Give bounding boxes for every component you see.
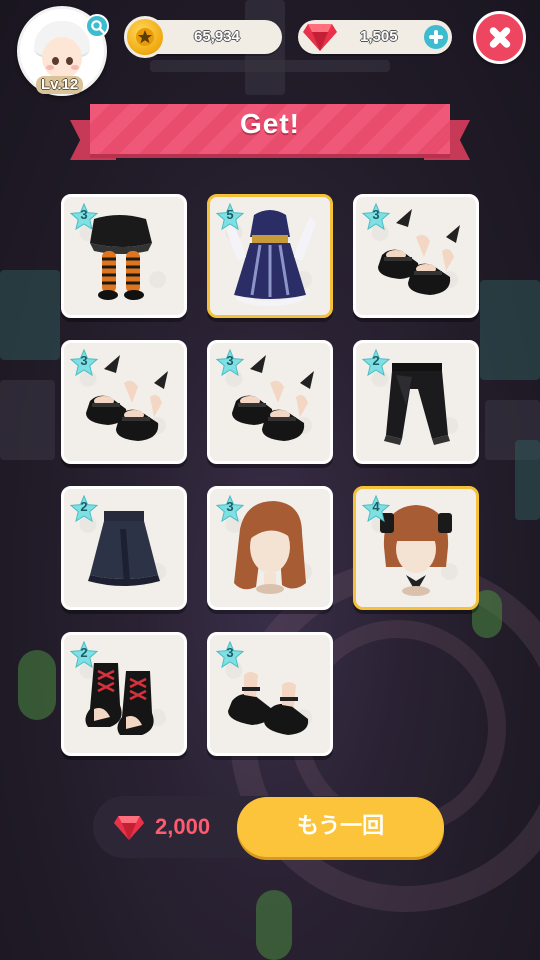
rarity-value: 3 — [80, 353, 88, 368]
avatar-eye-right — [66, 57, 73, 65]
reward-card[interactable]: 5 — [207, 194, 333, 318]
rarity-star-icon: 3 — [216, 349, 244, 377]
close-button[interactable] — [473, 11, 526, 64]
coin-counter: 65,934 — [124, 16, 282, 58]
rarity-value: 3 — [226, 645, 234, 660]
reward-card[interactable]: 3 — [353, 194, 479, 318]
rarity-value: 2 — [372, 353, 380, 368]
profile-search-icon[interactable] — [85, 14, 109, 38]
rarity-value: 3 — [226, 499, 234, 514]
rarity-star-icon: 2 — [70, 641, 98, 669]
gem-counter: 1,505 — [298, 20, 452, 54]
rarity-star-icon: 3 — [70, 203, 98, 231]
draw-cost-amount: 2,000 — [155, 814, 211, 839]
plant-left — [18, 650, 56, 720]
rarity-value: 3 — [226, 353, 234, 368]
rarity-star-icon: 3 — [362, 203, 390, 231]
rarity-star-icon: 3 — [216, 495, 244, 523]
player-level: Lv.12 — [36, 76, 84, 94]
reward-card[interactable]: 2 — [61, 632, 187, 756]
rarity-value: 3 — [80, 207, 88, 222]
avatar-cheek-left — [46, 65, 54, 70]
bush-right — [515, 440, 540, 520]
rarity-star-icon: 3 — [216, 641, 244, 669]
rarity-value: 3 — [372, 207, 380, 222]
rarity-star-icon: 4 — [362, 495, 390, 523]
reward-card[interactable]: 4 — [353, 486, 479, 610]
building-left-2 — [0, 380, 55, 460]
stage-truss — [150, 60, 390, 72]
result-banner: Get! — [70, 102, 470, 166]
reward-card[interactable]: 3 — [207, 632, 333, 756]
gem-icon — [303, 24, 337, 51]
reward-card[interactable]: 3 — [61, 194, 187, 318]
rarity-star-icon: 5 — [216, 203, 244, 231]
rarity-star-icon: 2 — [362, 349, 390, 377]
avatar-face — [42, 37, 82, 79]
rarity-value: 5 — [226, 207, 234, 222]
plant-bottom — [256, 890, 292, 960]
cost-gem-icon — [113, 815, 145, 840]
reward-card[interactable]: 3 — [207, 486, 333, 610]
building-right — [480, 280, 540, 380]
avatar-eye-left — [52, 57, 59, 65]
reward-card[interactable]: 3 — [207, 340, 333, 464]
avatar-cheek-right — [71, 65, 79, 70]
reward-card[interactable]: 3 — [61, 340, 187, 464]
rarity-value: 4 — [372, 499, 380, 514]
reward-card[interactable]: 2 — [61, 486, 187, 610]
coin-icon — [124, 16, 166, 58]
building-left — [0, 270, 60, 360]
reward-card[interactable]: 2 — [353, 340, 479, 464]
rarity-star-icon: 2 — [70, 495, 98, 523]
draw-again-button[interactable]: もう一回 — [237, 797, 444, 857]
banner-title: Get! — [240, 108, 300, 139]
gem-amount: 1,505 — [360, 28, 398, 45]
rarity-star-icon: 3 — [70, 349, 98, 377]
rarity-value: 2 — [80, 645, 88, 660]
rarity-value: 2 — [80, 499, 88, 514]
coin-amount: 65,934 — [194, 28, 240, 45]
add-gems-button[interactable] — [424, 25, 448, 49]
